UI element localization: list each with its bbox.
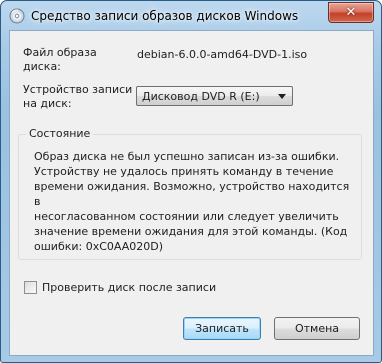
cancel-button[interactable]: Отмена <box>274 317 360 340</box>
close-icon: ✕ <box>345 5 357 20</box>
status-legend: Состояние <box>26 127 94 140</box>
file-label: Файл образа диска: <box>23 46 97 73</box>
disc-burner-icon <box>9 8 25 24</box>
device-select[interactable]: Дисковод DVD R (E:) <box>136 86 293 106</box>
verify-checkbox[interactable] <box>24 281 37 294</box>
window-title: Средство записи образов дисков Windows <box>31 9 299 23</box>
verify-checkbox-label[interactable]: Проверить диск после записи <box>42 281 216 294</box>
device-label: Устройство записи на диск: <box>23 83 133 110</box>
dialog-window: Средство записи образов дисков Windows ✕… <box>0 0 382 363</box>
title-bar[interactable]: Средство записи образов дисков Windows ✕ <box>1 1 381 29</box>
chevron-down-icon <box>278 94 286 99</box>
status-message: Образ диска не был успешно записан из-за… <box>34 150 350 253</box>
burn-button[interactable]: Записать <box>183 317 261 340</box>
device-select-value: Дисковод DVD R (E:) <box>142 90 260 103</box>
status-group: Состояние Образ диска не был успешно зап… <box>18 127 362 260</box>
close-button[interactable]: ✕ <box>328 2 374 23</box>
file-value: debian-6.0.0-amd64-DVD-1.iso <box>137 48 308 61</box>
dialog-client-area: Файл образа диска: debian-6.0.0-amd64-DV… <box>9 30 374 356</box>
